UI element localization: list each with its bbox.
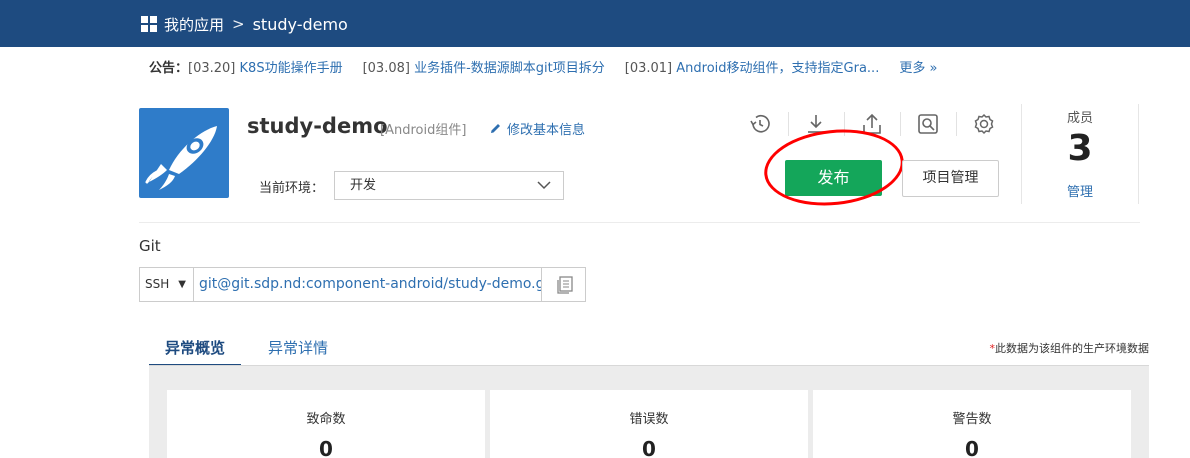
caret-down-icon: ▼ <box>178 279 186 290</box>
breadcrumb-separator: > <box>232 15 245 33</box>
upload-icon[interactable] <box>858 110 886 138</box>
announcement-item[interactable]: [03.01] Android移动组件，支持指定Gra... <box>625 57 880 76</box>
pencil-icon <box>491 124 500 133</box>
publish-button[interactable]: 发布 <box>785 160 882 196</box>
edit-info-label[interactable]: 修改基本信息 <box>507 119 585 138</box>
announcement-date: [03.08] <box>362 60 410 76</box>
announcement-date: [03.20] <box>188 60 236 76</box>
copy-button[interactable] <box>541 268 585 301</box>
announcement-text[interactable]: 业务插件-数据源脚本git项目拆分 <box>414 61 605 76</box>
edit-info-link[interactable]: 修改基本信息 <box>489 119 585 138</box>
rocket-icon <box>145 126 217 190</box>
more-link[interactable]: 更多 » <box>899 57 937 76</box>
data-note: *此数据为该组件的生产环境数据 <box>990 340 1150 356</box>
tab-exception-overview[interactable]: 异常概览 <box>149 334 242 366</box>
announcement-bar: 公告： [03.20] K8S功能操作手册 [03.08] 业务插件-数据源脚本… <box>149 56 937 76</box>
git-protocol-value: SSH <box>145 277 170 291</box>
env-label: 当前环境： <box>259 181 325 196</box>
toolbar-divider <box>956 112 957 136</box>
env-value: 开发 <box>350 178 377 193</box>
stat-title: 错误数 <box>629 412 669 427</box>
announcement-date: [03.01] <box>624 60 673 76</box>
stat-value: 0 <box>319 437 333 458</box>
git-label: Git <box>139 237 161 255</box>
announcement-text[interactable]: Android移动组件，支持指定Gra... <box>676 61 879 76</box>
stat-card-warning: 警告数 0 <box>813 390 1131 458</box>
announcement-text[interactable]: K8S功能操作手册 <box>240 61 343 76</box>
breadcrumb: 我的应用 > study-demo <box>141 13 348 35</box>
announcement-item[interactable]: [03.20] K8S功能操作手册 <box>188 57 343 76</box>
download-icon[interactable] <box>802 110 830 138</box>
breadcrumb-current: study-demo <box>252 14 348 34</box>
stat-card-error: 错误数 0 <box>490 390 808 458</box>
members-manage-link[interactable]: 管理 <box>1022 181 1138 200</box>
copy-icon <box>556 275 573 294</box>
section-divider <box>139 222 1140 223</box>
project-logo <box>139 108 229 198</box>
project-manage-button[interactable]: 项目管理 <box>902 160 999 197</box>
git-address-box: SSH ▼ git@git.sdp.nd:component-android/s… <box>139 267 586 302</box>
git-protocol-select[interactable]: SSH ▼ <box>140 268 194 301</box>
stat-value: 0 <box>642 437 656 458</box>
top-nav-bar: 我的应用 > study-demo <box>0 0 1190 47</box>
tab-exception-details[interactable]: 异常详情 <box>252 334 344 366</box>
stat-value: 0 <box>965 437 979 458</box>
toolbar-divider <box>788 112 789 136</box>
members-count: 3 <box>1067 128 1093 169</box>
announcement-item[interactable]: [03.08] 业务插件-数据源脚本git项目拆分 <box>363 57 605 76</box>
apps-grid-icon <box>141 15 158 33</box>
divider <box>1138 104 1139 204</box>
announcement-label: 公告： <box>149 60 189 76</box>
history-icon[interactable] <box>746 110 774 138</box>
data-note-text: 此数据为该组件的生产环境数据 <box>995 342 1149 355</box>
project-type: [Android组件] <box>380 123 467 138</box>
settings-icon[interactable] <box>970 110 998 138</box>
stat-card-fatal: 致命数 0 <box>167 390 485 458</box>
git-url-field[interactable]: git@git.sdp.nd:component-android/study-d… <box>199 268 541 301</box>
stat-title: 警告数 <box>952 412 992 427</box>
toolbar-divider <box>844 112 845 136</box>
breadcrumb-my-apps[interactable]: 我的应用 <box>164 14 224 35</box>
inspect-icon[interactable] <box>914 110 942 138</box>
toolbar-divider <box>900 112 901 136</box>
chevron-down-icon <box>537 181 551 190</box>
env-select[interactable]: 开发 <box>334 171 564 200</box>
members-title: 成员 <box>1066 111 1093 126</box>
project-name: study-demo <box>247 114 388 138</box>
stat-title: 致命数 <box>306 412 346 427</box>
